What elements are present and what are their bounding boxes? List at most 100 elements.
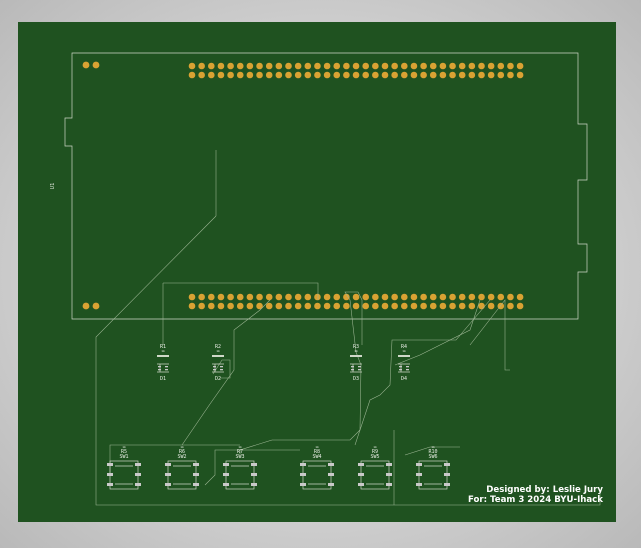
header-pin xyxy=(265,302,273,310)
header-pin xyxy=(333,71,341,79)
header-pin xyxy=(420,71,427,79)
header-pin xyxy=(343,62,350,70)
header-pin xyxy=(372,71,379,79)
svg-text:1k: 1k xyxy=(161,349,165,353)
header-pin xyxy=(497,293,505,301)
header-pin xyxy=(265,62,273,70)
header-pin xyxy=(458,293,466,301)
svg-text:D4: D4 xyxy=(401,376,407,382)
svg-text:SW3: SW3 xyxy=(235,454,244,460)
header-pin xyxy=(333,302,341,310)
header-pin xyxy=(487,302,495,310)
header-pin xyxy=(256,62,263,70)
svg-text:SW5: SW5 xyxy=(370,454,379,460)
header-pin xyxy=(217,71,225,79)
header-pin xyxy=(352,62,360,70)
header-pin xyxy=(285,293,292,301)
header-pin xyxy=(198,293,205,301)
header-pin xyxy=(314,71,321,79)
header-pin xyxy=(323,62,331,70)
header-pin xyxy=(458,71,466,79)
svg-text:1k: 1k xyxy=(216,349,220,353)
header-pin xyxy=(468,302,476,310)
header-pin xyxy=(227,71,234,79)
header-pin xyxy=(420,62,427,70)
header-pin xyxy=(487,62,495,70)
header-pin xyxy=(294,62,302,70)
header-pin xyxy=(265,71,273,79)
header-pin xyxy=(352,302,360,310)
module-ref: U1 xyxy=(50,183,56,190)
header-pin xyxy=(439,71,447,79)
header-pin xyxy=(304,62,312,70)
header-pin xyxy=(236,71,244,79)
header-pin xyxy=(391,71,398,79)
header-pin xyxy=(478,302,485,310)
header-pin xyxy=(188,293,196,301)
header-pin xyxy=(198,302,205,310)
header-pin xyxy=(314,302,321,310)
svg-text:1k: 1k xyxy=(354,349,358,353)
header-pin xyxy=(227,293,234,301)
header-pin xyxy=(246,293,254,301)
svg-text:D3: D3 xyxy=(353,376,359,382)
svg-text:SW4: SW4 xyxy=(312,454,321,460)
header-pin xyxy=(333,293,341,301)
header-pin xyxy=(401,293,408,301)
header-pin xyxy=(314,62,321,70)
header-pin xyxy=(507,62,514,70)
header-pin xyxy=(449,293,456,301)
header-pin xyxy=(497,62,505,70)
header-pin xyxy=(236,293,244,301)
header-pin xyxy=(323,71,331,79)
header-pin xyxy=(217,302,225,310)
header-pin xyxy=(401,71,408,79)
header-pin xyxy=(246,62,254,70)
svg-text:SW1: SW1 xyxy=(119,454,128,460)
header-pin xyxy=(314,293,321,301)
header-pin xyxy=(246,302,254,310)
header-pin xyxy=(391,62,398,70)
header-pin xyxy=(198,71,205,79)
header-pin xyxy=(420,302,427,310)
header-pin xyxy=(362,302,370,310)
header-pin xyxy=(507,293,514,301)
header-pin xyxy=(236,62,244,70)
header-pin xyxy=(381,302,389,310)
header-pin xyxy=(208,293,215,301)
header-pin xyxy=(208,62,215,70)
header-pin xyxy=(294,71,302,79)
header-pin xyxy=(372,293,379,301)
header-pin xyxy=(323,302,331,310)
header-pin xyxy=(304,71,312,79)
header-pin xyxy=(208,71,215,79)
header-pin xyxy=(188,71,196,79)
header-pin xyxy=(217,293,225,301)
header-pin xyxy=(294,302,302,310)
credit-designer: Designed by: Leslie Jury xyxy=(486,485,603,495)
header-pin xyxy=(343,71,350,79)
header-pin xyxy=(516,302,524,310)
header-pin xyxy=(507,71,514,79)
header-pin xyxy=(439,62,447,70)
header-pin xyxy=(410,62,418,70)
header-pin xyxy=(391,293,398,301)
header-pin xyxy=(478,62,485,70)
header-pin xyxy=(449,62,456,70)
svg-text:D2: D2 xyxy=(215,376,221,382)
header-pin xyxy=(304,293,312,301)
header-pin xyxy=(410,71,418,79)
header-pin xyxy=(478,293,485,301)
header-pin xyxy=(381,293,389,301)
header-pin xyxy=(256,293,263,301)
header-pin xyxy=(372,302,379,310)
header-pin xyxy=(458,62,466,70)
header-pin xyxy=(497,71,505,79)
svg-text:SW6: SW6 xyxy=(428,454,437,460)
header-pin xyxy=(362,62,370,70)
header-pin xyxy=(429,302,437,310)
header-pin xyxy=(439,293,447,301)
svg-text:SW2: SW2 xyxy=(177,454,186,460)
header-pin xyxy=(372,62,379,70)
header-pin xyxy=(362,71,370,79)
